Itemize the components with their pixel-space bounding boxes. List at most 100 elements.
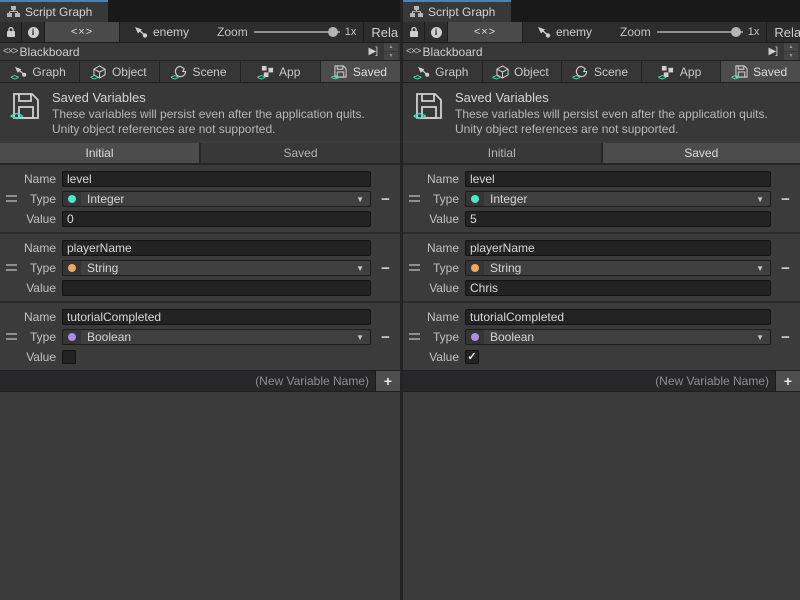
variable-value-input[interactable]	[465, 211, 771, 227]
pin-panel-button[interactable]: ▶]	[765, 46, 781, 57]
scroll-down-button[interactable]: ▼	[384, 52, 398, 60]
type-color-dot	[68, 195, 76, 203]
type-dropdown[interactable]: String ▼	[465, 260, 771, 276]
tab-graph[interactable]: <> Graph	[0, 61, 79, 82]
variable-name-input[interactable]	[62, 240, 371, 256]
add-variable-button[interactable]: +	[376, 371, 400, 391]
scroll-up-button[interactable]: ▲	[384, 43, 398, 51]
variable-name-input[interactable]	[465, 309, 771, 325]
variable-name-input[interactable]	[465, 171, 771, 187]
empty-canvas	[0, 392, 400, 600]
clipped-toolbar-label[interactable]: Rela	[371, 25, 398, 40]
tab-object[interactable]: <> Object	[483, 61, 562, 82]
tab-graph[interactable]: <> Graph	[403, 61, 482, 82]
remove-variable-button[interactable]: −	[781, 192, 790, 207]
variable-badge-icon: <>	[413, 74, 420, 82]
scroll-down-button[interactable]: ▼	[784, 52, 798, 60]
tab-saved-state[interactable]: Saved	[201, 143, 400, 163]
remove-variable-button[interactable]: −	[381, 261, 390, 276]
saved-variables-info: <> Saved Variables These variables will …	[0, 83, 400, 141]
remove-variable-button[interactable]: −	[381, 330, 390, 345]
code-view-button[interactable]: <×>	[45, 22, 120, 42]
remove-variable-button[interactable]: −	[781, 330, 790, 345]
remove-variable-button[interactable]: −	[381, 192, 390, 207]
drag-handle-icon[interactable]	[6, 195, 17, 202]
scroll-steppers: ▲ ▼	[384, 43, 398, 60]
variable-name-input[interactable]	[465, 240, 771, 256]
tab-initial[interactable]: Initial	[0, 143, 199, 163]
chevron-down-icon: ▼	[356, 195, 364, 204]
type-value: Integer	[87, 192, 356, 206]
zoom-slider-knob[interactable]	[731, 27, 741, 37]
lock-button[interactable]	[403, 22, 425, 42]
empty-canvas	[403, 392, 800, 600]
toolbar-divider	[766, 22, 767, 43]
remove-variable-button[interactable]: −	[781, 261, 790, 276]
type-value: String	[87, 261, 356, 275]
variable-row: Name Type String ▼ −	[0, 232, 400, 301]
clipped-toolbar-label[interactable]: Rela	[774, 25, 800, 40]
tab-script-graph[interactable]: Script Graph	[0, 0, 108, 22]
tab-app[interactable]: <> App	[642, 61, 721, 82]
variable-value-input[interactable]	[62, 280, 371, 296]
drag-handle-icon[interactable]	[6, 333, 17, 340]
zoom-slider[interactable]	[657, 27, 743, 37]
drag-handle-icon[interactable]	[409, 264, 420, 271]
tab-label: Scene	[192, 65, 226, 79]
field-label-value: Value	[0, 212, 56, 226]
variable-value-input[interactable]	[465, 280, 771, 296]
zoom-slider-track[interactable]	[254, 31, 340, 33]
type-dropdown[interactable]: Boolean ▼	[62, 329, 371, 345]
boolean-checkbox[interactable]: ✓	[465, 350, 479, 364]
tab-saved[interactable]: <> Saved	[721, 61, 800, 82]
variable-name-input[interactable]	[62, 309, 371, 325]
type-dropdown[interactable]: Boolean ▼	[465, 329, 771, 345]
tab-scene[interactable]: <> Scene	[562, 61, 641, 82]
type-dropdown[interactable]: Integer ▼	[62, 191, 371, 207]
type-value: Boolean	[490, 330, 756, 344]
info-button[interactable]: i	[425, 22, 448, 42]
tab-saved-state[interactable]: Saved	[603, 143, 800, 163]
tab-label: Graph	[32, 65, 65, 79]
type-dropdown[interactable]: Integer ▼	[465, 191, 771, 207]
tab-label: App	[279, 65, 300, 79]
add-variable-button[interactable]: +	[776, 371, 800, 391]
variable-row: Name Type Boolean ▼ −	[0, 301, 400, 370]
drag-handle-icon[interactable]	[409, 333, 420, 340]
variable-value-input[interactable]	[62, 211, 371, 227]
tab-saved[interactable]: <> Saved	[321, 61, 400, 82]
script-graph-panel-left: Script Graph i <×>	[0, 0, 400, 600]
tab-scene[interactable]: <> Scene	[160, 61, 239, 82]
window-tabbar: Script Graph	[403, 0, 800, 22]
new-variable-input[interactable]	[0, 371, 376, 391]
variable-name-input[interactable]	[62, 171, 371, 187]
tab-initial[interactable]: Initial	[403, 143, 601, 163]
zoom-slider-track[interactable]	[657, 31, 743, 33]
boolean-checkbox[interactable]	[62, 350, 76, 364]
chevron-down-icon: ▼	[356, 333, 364, 342]
tab-app[interactable]: <> App	[241, 61, 320, 82]
type-icon-well	[466, 192, 484, 206]
variable-badge-icon: <>	[257, 74, 264, 82]
type-dropdown[interactable]: String ▼	[62, 260, 371, 276]
object-tab-icon: <>	[93, 65, 107, 79]
new-variable-input[interactable]	[403, 371, 776, 391]
zoom-slider-knob[interactable]	[328, 27, 338, 37]
graph-tab-icon: <>	[13, 65, 27, 79]
tab-script-graph[interactable]: Script Graph	[403, 0, 511, 22]
drag-handle-icon[interactable]	[409, 195, 420, 202]
graph-reference[interactable]: enemy	[134, 25, 189, 39]
code-view-button[interactable]: <×>	[448, 22, 523, 42]
lock-button[interactable]	[0, 22, 22, 42]
variable-row: Name Type Integer ▼ −	[403, 165, 800, 232]
pin-panel-button[interactable]: ▶]	[365, 46, 381, 57]
drag-handle-icon[interactable]	[6, 264, 17, 271]
zoom-slider[interactable]	[254, 27, 340, 37]
graph-reference[interactable]: enemy	[537, 25, 592, 39]
field-label-value: Value	[0, 350, 56, 364]
lock-icon	[6, 26, 16, 38]
tab-object[interactable]: <> Object	[80, 61, 159, 82]
info-button[interactable]: i	[22, 22, 45, 42]
type-value: String	[490, 261, 756, 275]
scroll-up-button[interactable]: ▲	[784, 43, 798, 51]
